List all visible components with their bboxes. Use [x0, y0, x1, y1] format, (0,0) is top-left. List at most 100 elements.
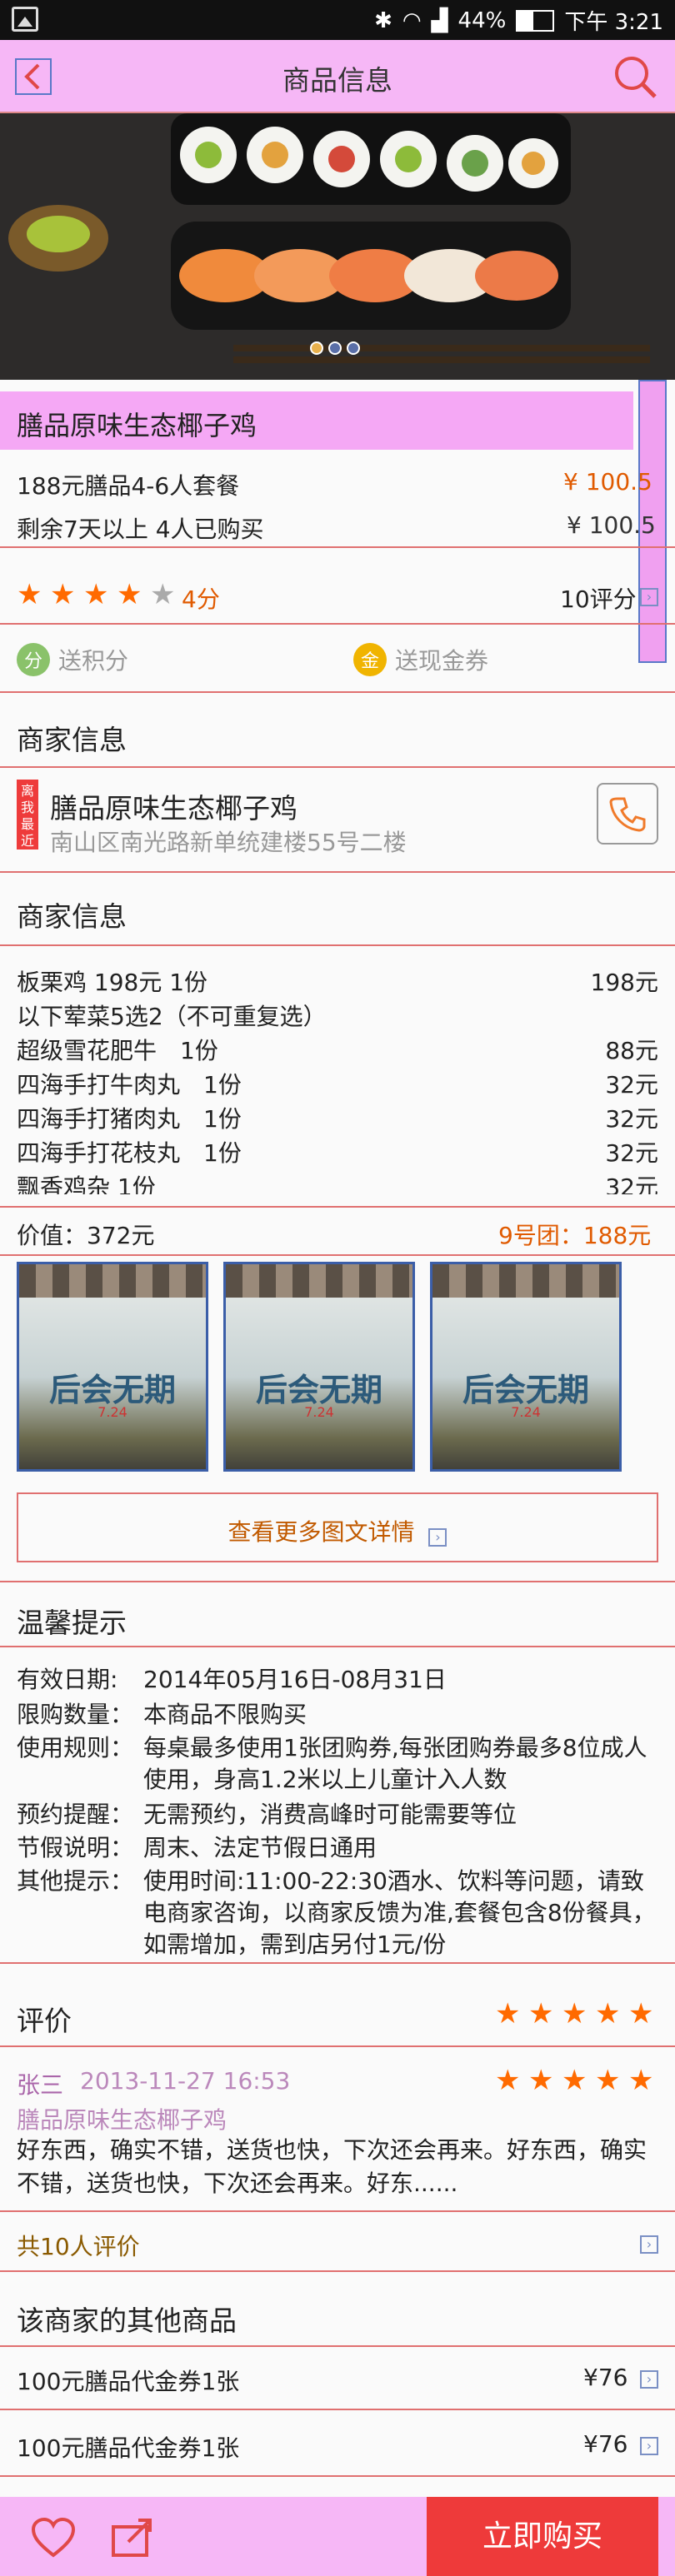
tip-value: 使用时间:11:00-22:30酒水、饮料等问题，请致电商家咨询，以商家反馈为准… [143, 1867, 656, 1958]
buy-now-button[interactable]: 立即购买 [427, 2497, 658, 2576]
chevron-right-icon: › [640, 2437, 658, 2455]
package-name: 188元膳品4-6人套餐 [17, 472, 240, 500]
menu-item-name: 以下荤菜5选2（不可重复选） [17, 1003, 327, 1030]
star-filled-icon: ★ [528, 2064, 554, 2097]
more-details-button[interactable]: 查看更多图文详情 › [17, 1492, 658, 1562]
merchant-name[interactable]: 膳品原味生态椰子鸡 [50, 786, 298, 826]
carousel-dot[interactable] [347, 341, 360, 355]
star-filled-icon: ★ [17, 578, 42, 611]
divider [0, 546, 675, 548]
poster-date: 7.24 [304, 1404, 334, 1420]
menu-item-name: 飘香鸡杂 1份 [17, 1173, 156, 1194]
menu-item: 四海手打花枝丸 1份 32元 [17, 1135, 658, 1167]
poster-date: 7.24 [98, 1404, 128, 1420]
divider [0, 2475, 675, 2477]
nearest-tag: 离我最近 [17, 780, 38, 850]
product-title: 膳品原味生态椰子鸡 [0, 391, 633, 450]
status-bar: ✱ ◠ ▟ 44% 下午 3:21 [0, 0, 675, 40]
review-shop: 膳品原味生态椰子鸡 [17, 2106, 228, 2134]
battery-icon [516, 9, 555, 32]
star-filled-icon: ★ [562, 2064, 588, 2097]
divider [0, 691, 675, 693]
product-image-carousel[interactable] [0, 113, 675, 380]
battery-percent: 44% [458, 7, 507, 33]
menu-item-name: 超级雪花肥牛 1份 [17, 1037, 218, 1064]
menu-item: 四海手打牛肉丸 1份 32元 [17, 1067, 658, 1099]
menu-item-price: 32元 [605, 1139, 658, 1167]
menu-item-name: 四海手打花枝丸 1份 [17, 1139, 242, 1167]
product-price: ¥ 100.5 [563, 468, 652, 496]
star-filled-icon: ★ [117, 578, 142, 611]
menu-item-price: 198元 [590, 969, 658, 996]
menu-item: 四海手打猪肉丸 1份 32元 [17, 1101, 658, 1133]
tip-label: 节假说明： [17, 1834, 134, 1861]
status-bar-right: ✱ ◠ ▟ 44% 下午 3:21 [374, 5, 663, 36]
reviewer-name: 张三 [17, 2071, 64, 2099]
star-filled-icon: ★ [595, 2064, 621, 2097]
call-button[interactable] [597, 783, 658, 845]
gallery-image[interactable]: 后会无期 7.24 [430, 1262, 622, 1472]
star-filled-icon: ★ [528, 1997, 554, 2030]
menu-item: 以下荤菜5选2（不可重复选） [17, 999, 658, 1030]
tip-value: 本商品不限购买 [143, 1701, 308, 1728]
carousel-dot[interactable] [310, 341, 323, 355]
sushi-photo [0, 113, 675, 380]
chevron-right-icon: › [428, 1528, 448, 1547]
carousel-dot[interactable] [328, 341, 342, 355]
wifi-icon: ◠ [402, 7, 422, 33]
poster-title: 后会无期 [462, 1371, 589, 1408]
gallery-image[interactable]: 后会无期 7.24 [223, 1262, 415, 1472]
divider [0, 1962, 675, 1964]
other-item-name[interactable]: 100元膳品代金券1张 [17, 2364, 239, 2397]
tip-label: 限购数量： [17, 1701, 134, 1728]
tip-label: 其他提示： [17, 1867, 134, 1895]
menu-item-name: 四海手打牛肉丸 1份 [17, 1071, 242, 1099]
merchant-address[interactable]: 南山区南光路新单统建楼55号二楼 [50, 825, 407, 858]
all-reviews-link[interactable]: 共10人评价 [17, 2229, 140, 2262]
tip-label: 使用规则： [17, 1734, 134, 1761]
bluetooth-icon: ✱ [374, 7, 392, 33]
menu-item-price: 32元 [605, 1173, 658, 1194]
points-reward[interactable]: 分 送积分 [17, 643, 128, 676]
star-filled-icon: ★ [595, 1997, 621, 2030]
gallery-image[interactable]: 后会无期 7.24 [17, 1262, 208, 1472]
star-filled-icon: ★ [562, 1997, 588, 2030]
star-empty-icon: ★ [150, 578, 176, 611]
share-icon[interactable] [110, 2515, 157, 2559]
menu-item: 超级雪花肥牛 1份 88元 [17, 1033, 658, 1064]
star-filled-icon: ★ [628, 2064, 654, 2097]
other-items-title: 该商家的其他商品 [17, 2304, 237, 2337]
other-item-name[interactable]: 100元膳品代金券1张 [17, 2430, 239, 2464]
review-rating-stars: ★ ★ ★ ★ ★ [495, 2064, 654, 2097]
voucher-reward[interactable]: 金 送现金券 [353, 643, 488, 676]
divider [0, 2045, 675, 2047]
divider [0, 623, 675, 625]
search-icon[interactable] [610, 52, 660, 102]
tip-label: 有效日期: [17, 1666, 118, 1693]
divider [0, 1646, 675, 1647]
reviews-link[interactable]: 10评分 [560, 581, 637, 615]
original-price: ¥ 100.5 [567, 511, 656, 539]
divider [0, 1206, 675, 1208]
divider [0, 2270, 675, 2272]
poster-date: 7.24 [511, 1404, 541, 1420]
tip-value: 2014年05月16日-08月31日 [143, 1666, 447, 1693]
divider [0, 766, 675, 768]
tip-value: 无需预约，消费高峰时可能需要等位 [143, 1801, 518, 1828]
menu-item-price: 32元 [605, 1071, 658, 1099]
merchant-section-title: 商家信息 [17, 724, 127, 756]
tip-value: 周末、法定节假日通用 [143, 1834, 378, 1861]
clock: 下午 3:21 [564, 10, 663, 35]
poster-faces [19, 1264, 206, 1298]
menu-item-price: 32元 [605, 1105, 658, 1133]
star-filled-icon: ★ [495, 1997, 521, 2030]
menu-item: 飘香鸡杂 1份 32元 [17, 1169, 658, 1194]
favorite-heart-icon[interactable] [30, 2517, 77, 2559]
tip-label: 预约提醒： [17, 1801, 134, 1828]
detail-gallery[interactable]: 后会无期 7.24 后会无期 7.24 后会无期 7.24 [17, 1262, 622, 1472]
divider [0, 1254, 675, 1256]
tips-section-title: 温馨提示 [17, 1607, 127, 1639]
menu-item-price: 88元 [605, 1037, 658, 1064]
poster-faces [226, 1264, 412, 1298]
page: ✱ ◠ ▟ 44% 下午 3:21 商品信息 膳品原味生态椰子鸡 188元膳品4… [0, 0, 675, 2576]
